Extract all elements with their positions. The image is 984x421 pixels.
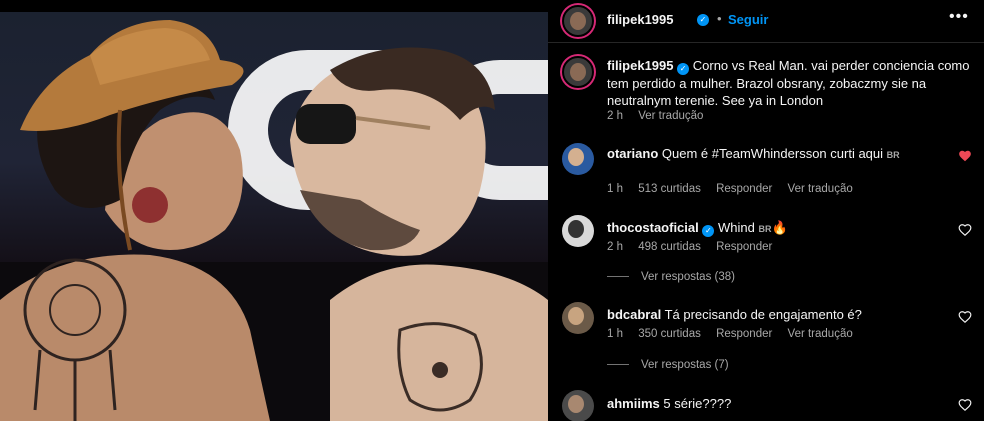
caption-avatar[interactable] bbox=[562, 56, 594, 88]
caption: filipek1995 ✓ Corno vs Real Man. vai per… bbox=[607, 57, 973, 109]
comment-text: 5 série???? bbox=[663, 396, 732, 411]
comment-avatar[interactable] bbox=[562, 302, 594, 334]
comment-meta: 2 h 498 curtidas Responder bbox=[607, 241, 784, 253]
comment-likes[interactable]: 350 curtidas bbox=[638, 328, 701, 340]
comment-username[interactable]: bdcabral bbox=[607, 307, 661, 322]
heart-outline-icon[interactable] bbox=[958, 223, 972, 237]
heart-filled-icon[interactable] bbox=[958, 149, 972, 163]
comment-meta: 1 h 513 curtidas Responder Ver tradução bbox=[607, 183, 865, 195]
verified-badge-icon: ✓ bbox=[677, 63, 690, 75]
comment-username[interactable]: otariano bbox=[607, 146, 658, 161]
comment-time[interactable]: 1 h bbox=[607, 183, 623, 195]
caption-meta: 2 h Ver tradução bbox=[607, 110, 715, 122]
comment-time[interactable]: 1 h bbox=[607, 328, 623, 340]
caption-time[interactable]: 2 h bbox=[607, 110, 623, 122]
comment-translate-button[interactable]: Ver tradução bbox=[788, 328, 853, 340]
comment-username[interactable]: thocostaoficial bbox=[607, 220, 699, 235]
post-sidebar: filipek1995 ✓ • Seguir ••• filipek1995 ✓… bbox=[548, 0, 984, 421]
comment-translate-button[interactable]: Ver tradução bbox=[788, 183, 853, 195]
comment-likes[interactable]: 498 curtidas bbox=[638, 241, 701, 253]
comment-reply-button[interactable]: Responder bbox=[716, 241, 772, 253]
view-replies-button[interactable]: Ver respostas (38) bbox=[607, 271, 747, 283]
comment-avatar[interactable] bbox=[562, 390, 594, 421]
comment-avatar[interactable] bbox=[562, 143, 594, 175]
comment-item: thocostaoficial ✓ Whind BR🔥 bbox=[607, 219, 947, 238]
verified-badge-icon: ✓ bbox=[702, 225, 715, 237]
fighters-illustration bbox=[0, 20, 548, 421]
comment-item: otariano Quem é #TeamWhindersson curti a… bbox=[607, 145, 947, 164]
author-avatar[interactable] bbox=[562, 5, 594, 37]
post-photo[interactable] bbox=[0, 0, 548, 421]
comment-text: Whind bbox=[718, 220, 755, 235]
comment-text: Tá precisando de engajamento é? bbox=[664, 307, 862, 322]
caption-translate-button[interactable]: Ver tradução bbox=[638, 110, 703, 122]
author-username[interactable]: filipek1995 bbox=[607, 12, 674, 27]
comment-meta: 1 h 350 curtidas Responder Ver tradução bbox=[607, 328, 865, 340]
separator-dot: • bbox=[717, 11, 722, 26]
view-replies-button[interactable]: Ver respostas (7) bbox=[607, 359, 741, 371]
verified-badge-icon: ✓ bbox=[697, 14, 709, 26]
comment-reply-button[interactable]: Responder bbox=[716, 183, 772, 195]
comment-item: ahmiims 5 série???? bbox=[607, 395, 947, 412]
comment-time[interactable]: 2 h bbox=[607, 241, 623, 253]
comment-username[interactable]: ahmiims bbox=[607, 396, 660, 411]
comment-item: bdcabral Tá precisando de engajamento é? bbox=[607, 306, 947, 323]
flag-br-icon: BR bbox=[758, 224, 772, 234]
replies-line bbox=[607, 364, 629, 366]
follow-button[interactable]: Seguir bbox=[728, 12, 768, 27]
caption-username[interactable]: filipek1995 bbox=[607, 58, 674, 73]
fire-emoji-icon: 🔥 bbox=[771, 220, 788, 235]
comment-reply-button[interactable]: Responder bbox=[716, 328, 772, 340]
view-replies-label[interactable]: Ver respostas (7) bbox=[641, 359, 729, 371]
heart-outline-icon[interactable] bbox=[958, 398, 972, 412]
post-header: filipek1995 ✓ • Seguir ••• bbox=[548, 0, 984, 43]
view-replies-label[interactable]: Ver respostas (38) bbox=[641, 271, 735, 283]
replies-line bbox=[607, 276, 629, 278]
comment-avatar[interactable] bbox=[562, 215, 594, 247]
comment-text: Quem é #TeamWhindersson curti aqui bbox=[661, 146, 884, 161]
comment-likes[interactable]: 513 curtidas bbox=[638, 183, 701, 195]
heart-outline-icon[interactable] bbox=[958, 310, 972, 324]
flag-br-icon: BR bbox=[886, 150, 900, 160]
more-options-icon[interactable]: ••• bbox=[949, 8, 969, 26]
